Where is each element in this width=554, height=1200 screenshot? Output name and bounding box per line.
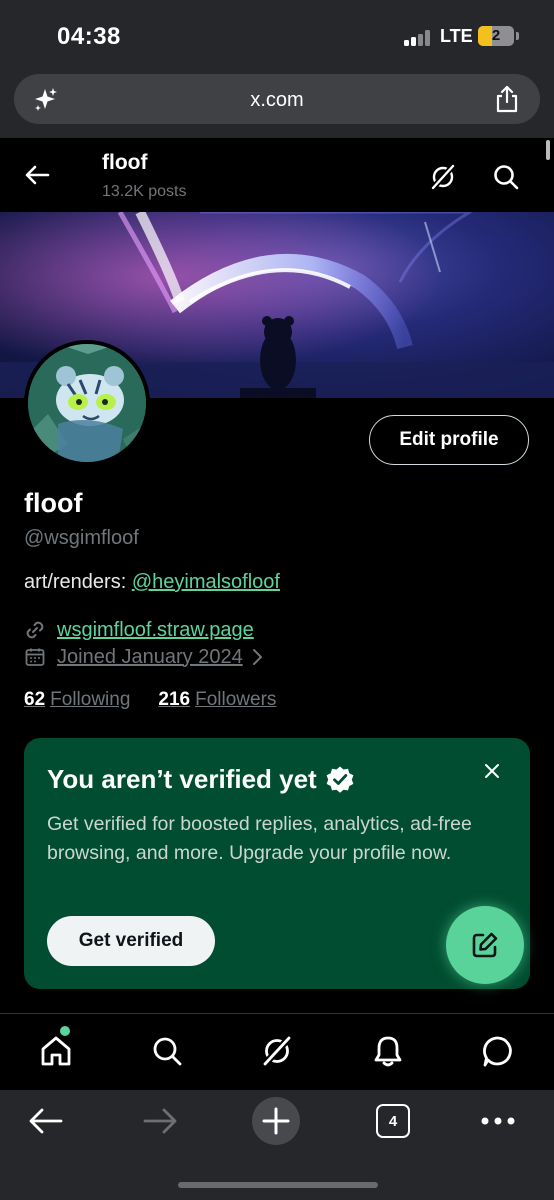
- get-verified-button[interactable]: Get verified: [47, 916, 215, 966]
- plus-icon: [262, 1107, 290, 1135]
- header-name: floof: [102, 151, 148, 174]
- joined-date: Joined January 2024: [57, 645, 243, 668]
- header-post-count: 13.2K posts: [102, 183, 187, 200]
- bottom-navigation: [0, 1013, 554, 1090]
- following-count: 62: [24, 689, 46, 710]
- joined-row[interactable]: Joined January 2024: [24, 644, 263, 670]
- following-link[interactable]: 62 Following: [24, 689, 130, 711]
- website-link[interactable]: wsgimfloof.straw.page: [57, 619, 254, 642]
- status-bar: 04:38 LTE 2: [0, 0, 554, 68]
- profile-bio: art/renders: @heyimalsofloof: [24, 571, 280, 594]
- bio-text: art/renders:: [24, 571, 132, 593]
- search-icon[interactable]: [150, 1034, 184, 1068]
- avatar-artwork: [28, 344, 146, 462]
- url-text: x.com: [250, 89, 304, 111]
- browser-back-icon[interactable]: [28, 1106, 64, 1136]
- cellular-signal-icon: [404, 30, 434, 46]
- followers-label: Followers: [195, 689, 277, 710]
- search-icon[interactable]: [491, 162, 521, 192]
- profile-avatar[interactable]: [24, 340, 150, 466]
- home-indicator[interactable]: [178, 1182, 378, 1188]
- close-icon[interactable]: [484, 763, 500, 779]
- tabs-button[interactable]: 4: [376, 1104, 410, 1138]
- followers-link[interactable]: 216 Followers: [158, 689, 276, 711]
- more-options-icon[interactable]: [480, 1116, 516, 1126]
- home-notification-dot: [60, 1026, 70, 1036]
- calendar-icon: [25, 648, 45, 666]
- notifications-icon[interactable]: [371, 1034, 405, 1068]
- new-tab-button[interactable]: [252, 1097, 300, 1145]
- verified-badge-icon: [326, 766, 354, 793]
- share-icon[interactable]: [494, 85, 520, 113]
- follow-stats: 62 Following 216 Followers: [24, 689, 276, 711]
- verification-description: Get verified for boosted replies, analyt…: [47, 813, 472, 864]
- battery-tip: [516, 32, 519, 40]
- grok-icon[interactable]: [260, 1034, 294, 1068]
- messages-icon[interactable]: [481, 1034, 515, 1068]
- status-time: 04:38: [57, 23, 121, 50]
- grok-icon[interactable]: [428, 162, 458, 192]
- website-row: wsgimfloof.straw.page: [24, 617, 254, 643]
- verification-title: You aren’t verified yet: [47, 764, 355, 795]
- profile-header: floof 13.2K posts: [0, 138, 554, 212]
- browser-forward-icon[interactable]: [142, 1106, 178, 1136]
- address-bar[interactable]: x.com: [14, 74, 540, 124]
- following-label: Following: [50, 689, 131, 710]
- battery-level: 2: [491, 27, 501, 44]
- followers-count: 216: [158, 689, 191, 710]
- browser-address-area: x.com: [0, 68, 554, 138]
- bio-mention-link[interactable]: @heyimalsofloof: [132, 571, 280, 593]
- battery-icon: 2: [478, 26, 514, 46]
- profile-display-name: floof: [24, 488, 83, 518]
- home-icon[interactable]: [39, 1034, 73, 1068]
- back-arrow-icon[interactable]: [22, 160, 52, 190]
- network-type: LTE: [440, 26, 473, 46]
- link-icon: [26, 621, 44, 639]
- chevron-right-icon: [252, 649, 262, 665]
- compose-post-button[interactable]: [446, 906, 524, 984]
- profile-handle: @wsgimfloof: [24, 527, 139, 549]
- compose-icon: [472, 932, 498, 958]
- scrollbar[interactable]: [546, 140, 550, 160]
- verification-title-text: You aren’t verified yet: [47, 764, 317, 794]
- edit-profile-button[interactable]: Edit profile: [369, 415, 529, 465]
